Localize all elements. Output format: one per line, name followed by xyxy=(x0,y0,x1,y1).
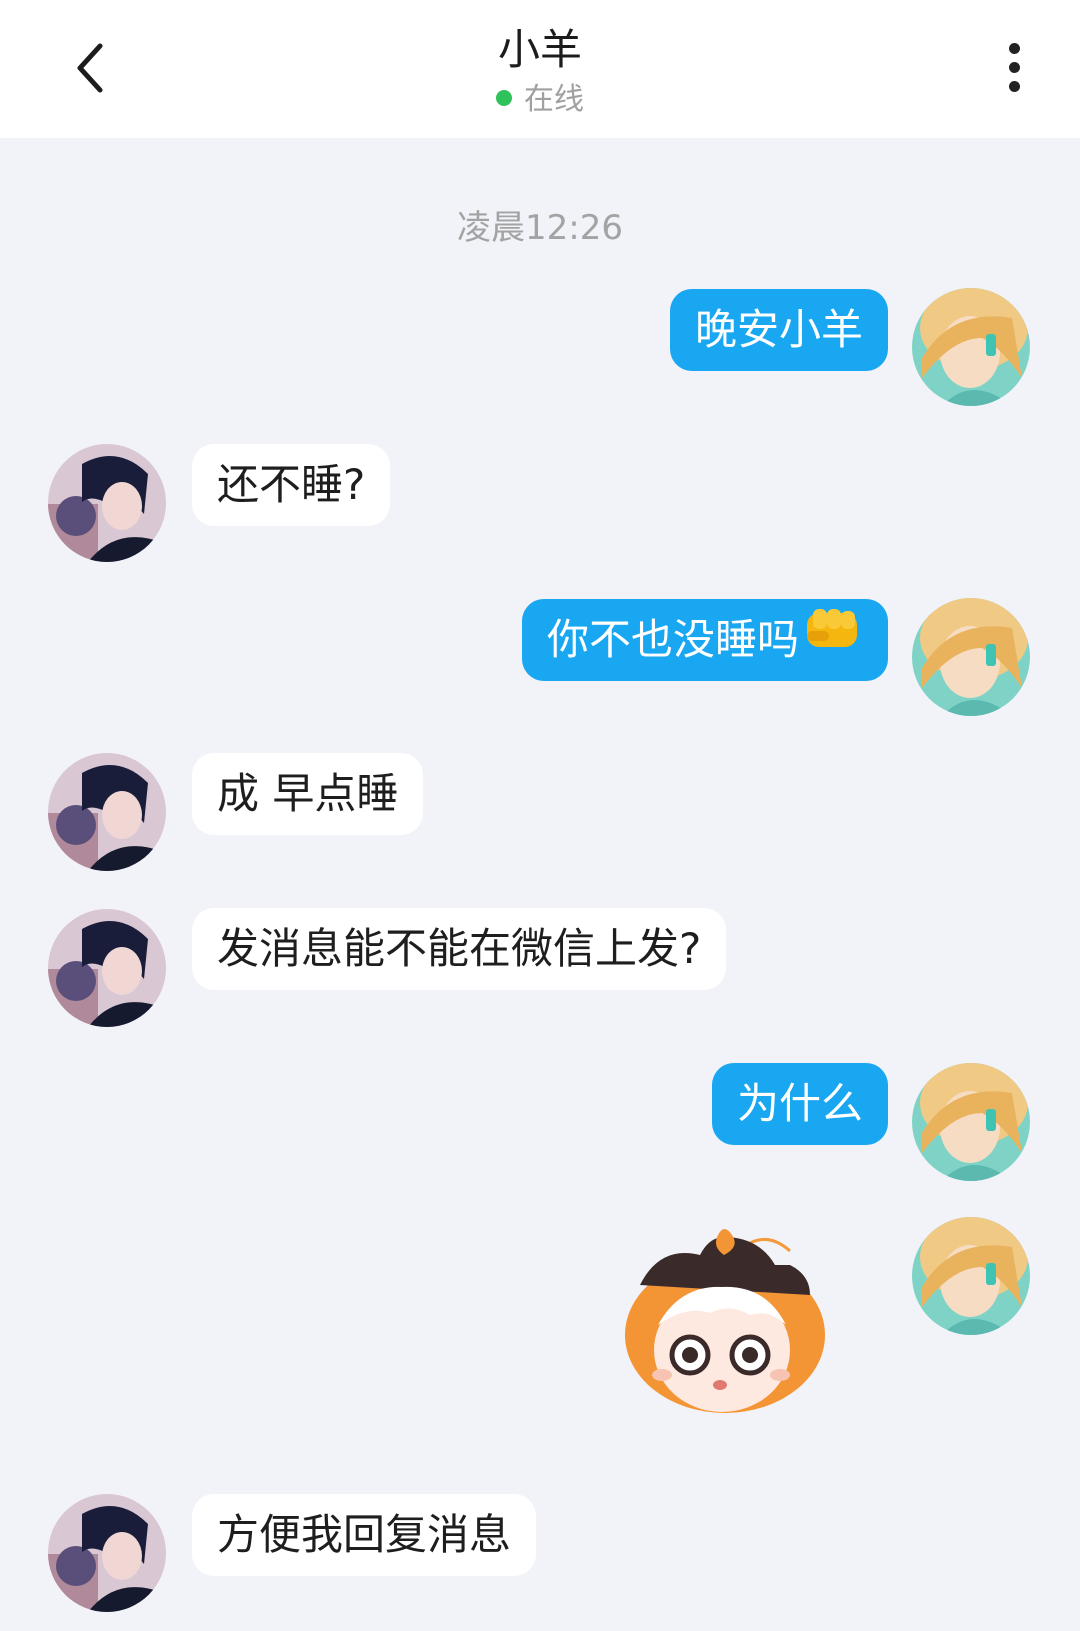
contact-avatar[interactable] xyxy=(48,753,166,871)
outgoing-message-bubble[interactable]: 晚安小羊 xyxy=(669,289,888,371)
outgoing-message-bubble[interactable]: 你不也没睡吗 xyxy=(521,598,888,681)
message-text: 你不也没睡吗 xyxy=(546,615,799,664)
chat-header: 小羊 在线 xyxy=(0,0,1080,138)
self-avatar[interactable] xyxy=(912,598,1030,716)
message-text: 晚安小羊 xyxy=(694,305,863,354)
online-status: 在线 xyxy=(0,74,1080,118)
message-timestamp: 凌晨12:26 xyxy=(457,208,623,248)
incoming-message-bubble[interactable]: 方便我回复消息 xyxy=(192,1494,537,1576)
message-text: 发消息能不能在微信上发? xyxy=(217,924,702,973)
message-text: 成 早点睡 xyxy=(217,769,399,818)
incoming-message-bubble[interactable]: 成 早点睡 xyxy=(192,753,424,835)
more-vertical-icon xyxy=(994,38,1034,92)
online-dot-icon xyxy=(496,89,512,106)
more-options-button[interactable] xyxy=(994,38,1034,98)
outgoing-message-bubble[interactable]: 为什么 xyxy=(711,1063,888,1145)
contact-avatar[interactable] xyxy=(48,444,166,562)
contact-name: 小羊 xyxy=(497,25,582,74)
message-text: 还不睡? xyxy=(217,460,366,509)
online-status-label: 在线 xyxy=(524,82,584,117)
message-text: 为什么 xyxy=(736,1079,863,1128)
self-avatar[interactable] xyxy=(912,1063,1030,1181)
oncoming-fist-emoji xyxy=(803,598,863,680)
self-avatar[interactable] xyxy=(912,1217,1030,1335)
contact-avatar[interactable] xyxy=(48,909,166,1027)
incoming-message-bubble[interactable]: 还不睡? xyxy=(192,444,391,526)
surprised-girl-sticker[interactable] xyxy=(600,1225,850,1425)
contact-avatar[interactable] xyxy=(48,1494,166,1612)
self-avatar[interactable] xyxy=(912,288,1030,406)
message-text: 方便我回复消息 xyxy=(217,1510,512,1559)
incoming-message-bubble[interactable]: 发消息能不能在微信上发? xyxy=(192,908,727,990)
